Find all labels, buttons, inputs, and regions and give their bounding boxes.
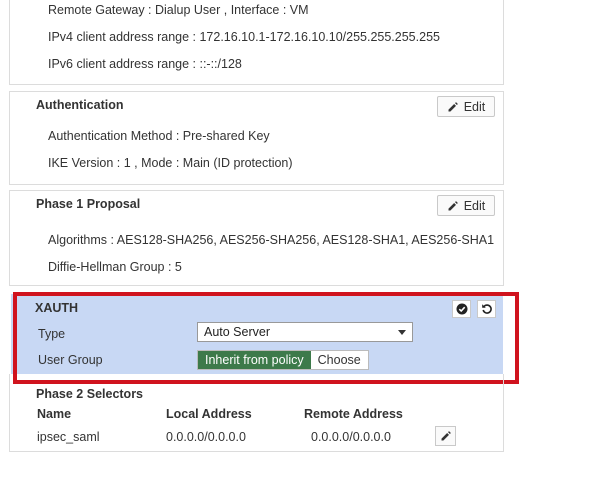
- pencil-icon: [441, 431, 451, 441]
- authentication-edit-button[interactable]: Edit: [437, 96, 495, 117]
- pencil-icon: [448, 200, 458, 210]
- row-name: ipsec_saml: [37, 430, 100, 444]
- edit-label: Edit: [463, 99, 486, 114]
- pencil-icon: [448, 101, 458, 111]
- dh-group-text: Diffie-Hellman Group : 5: [48, 260, 182, 274]
- ike-version-text: IKE Version : 1 , Mode : Main (ID protec…: [48, 156, 293, 170]
- highlight-box: [13, 292, 519, 384]
- row-remote-address: 0.0.0.0/0.0.0.0: [311, 430, 391, 444]
- local-address-header: Local Address: [166, 407, 252, 421]
- algorithms-text: Algorithms : AES128-SHA256, AES256-SHA25…: [48, 233, 495, 247]
- authentication-title: Authentication: [36, 98, 124, 112]
- edit-label: Edit: [463, 198, 486, 213]
- remote-gateway-text: Remote Gateway : Dialup User , Interface…: [48, 3, 309, 17]
- phase1-title: Phase 1 Proposal: [36, 197, 141, 211]
- phase2-title: Phase 2 Selectors: [36, 387, 144, 401]
- name-header: Name: [37, 407, 72, 421]
- auth-method-text: Authentication Method : Pre-shared Key: [48, 129, 270, 143]
- row-local-address: 0.0.0.0/0.0.0.0: [166, 430, 246, 444]
- remote-address-header: Remote Address: [304, 407, 403, 421]
- phase2-edit-button[interactable]: [435, 426, 456, 446]
- phase1-edit-button[interactable]: Edit: [437, 195, 495, 216]
- ipv6-range-text: IPv6 client address range : ::-::/128: [48, 57, 242, 71]
- ipv4-range-text: IPv4 client address range : 172.16.10.1-…: [48, 30, 440, 44]
